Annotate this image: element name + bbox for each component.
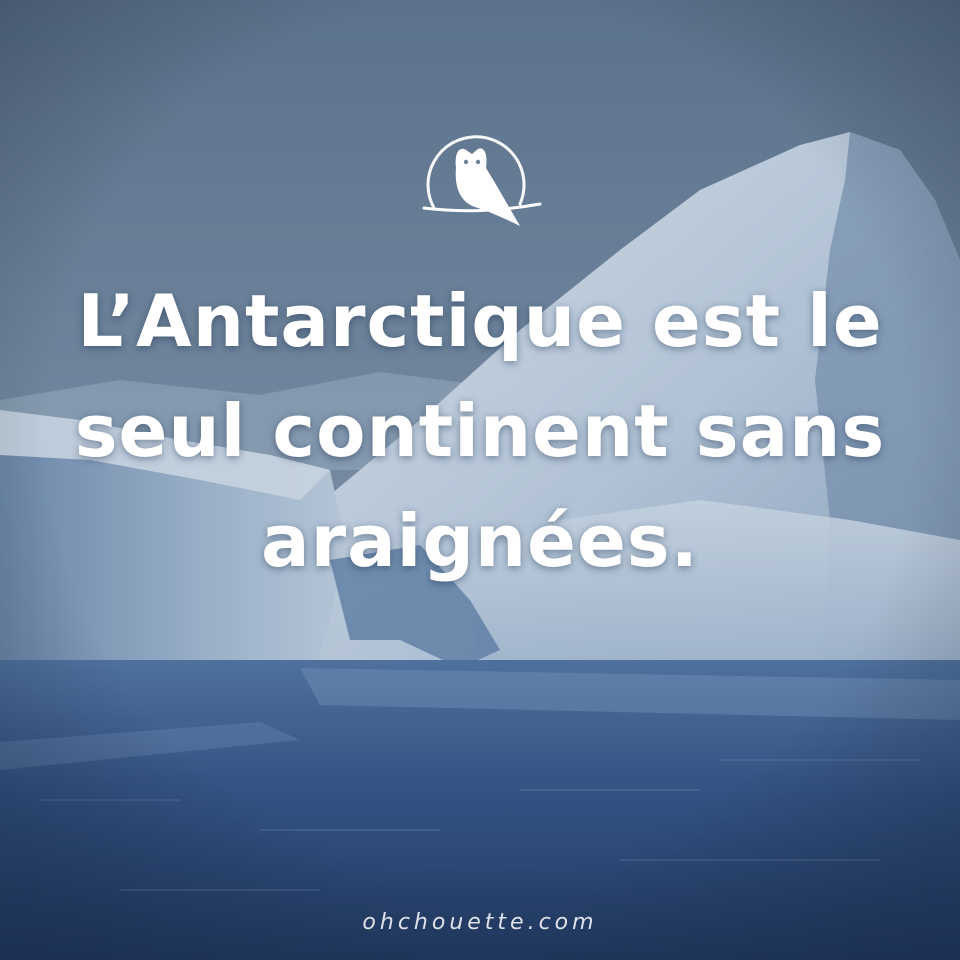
headline-line-1: L’Antarctique est le <box>77 279 883 363</box>
headline-line-3: araignées. <box>260 499 700 583</box>
headline: L’Antarctique est le seul continent sans… <box>0 266 960 596</box>
site-url: ohchouette.com <box>362 910 598 935</box>
owl-logo-icon <box>422 135 542 226</box>
headline-line-2: seul continent sans <box>74 389 886 473</box>
poster: L’Antarctique est le seul continent sans… <box>0 0 960 960</box>
